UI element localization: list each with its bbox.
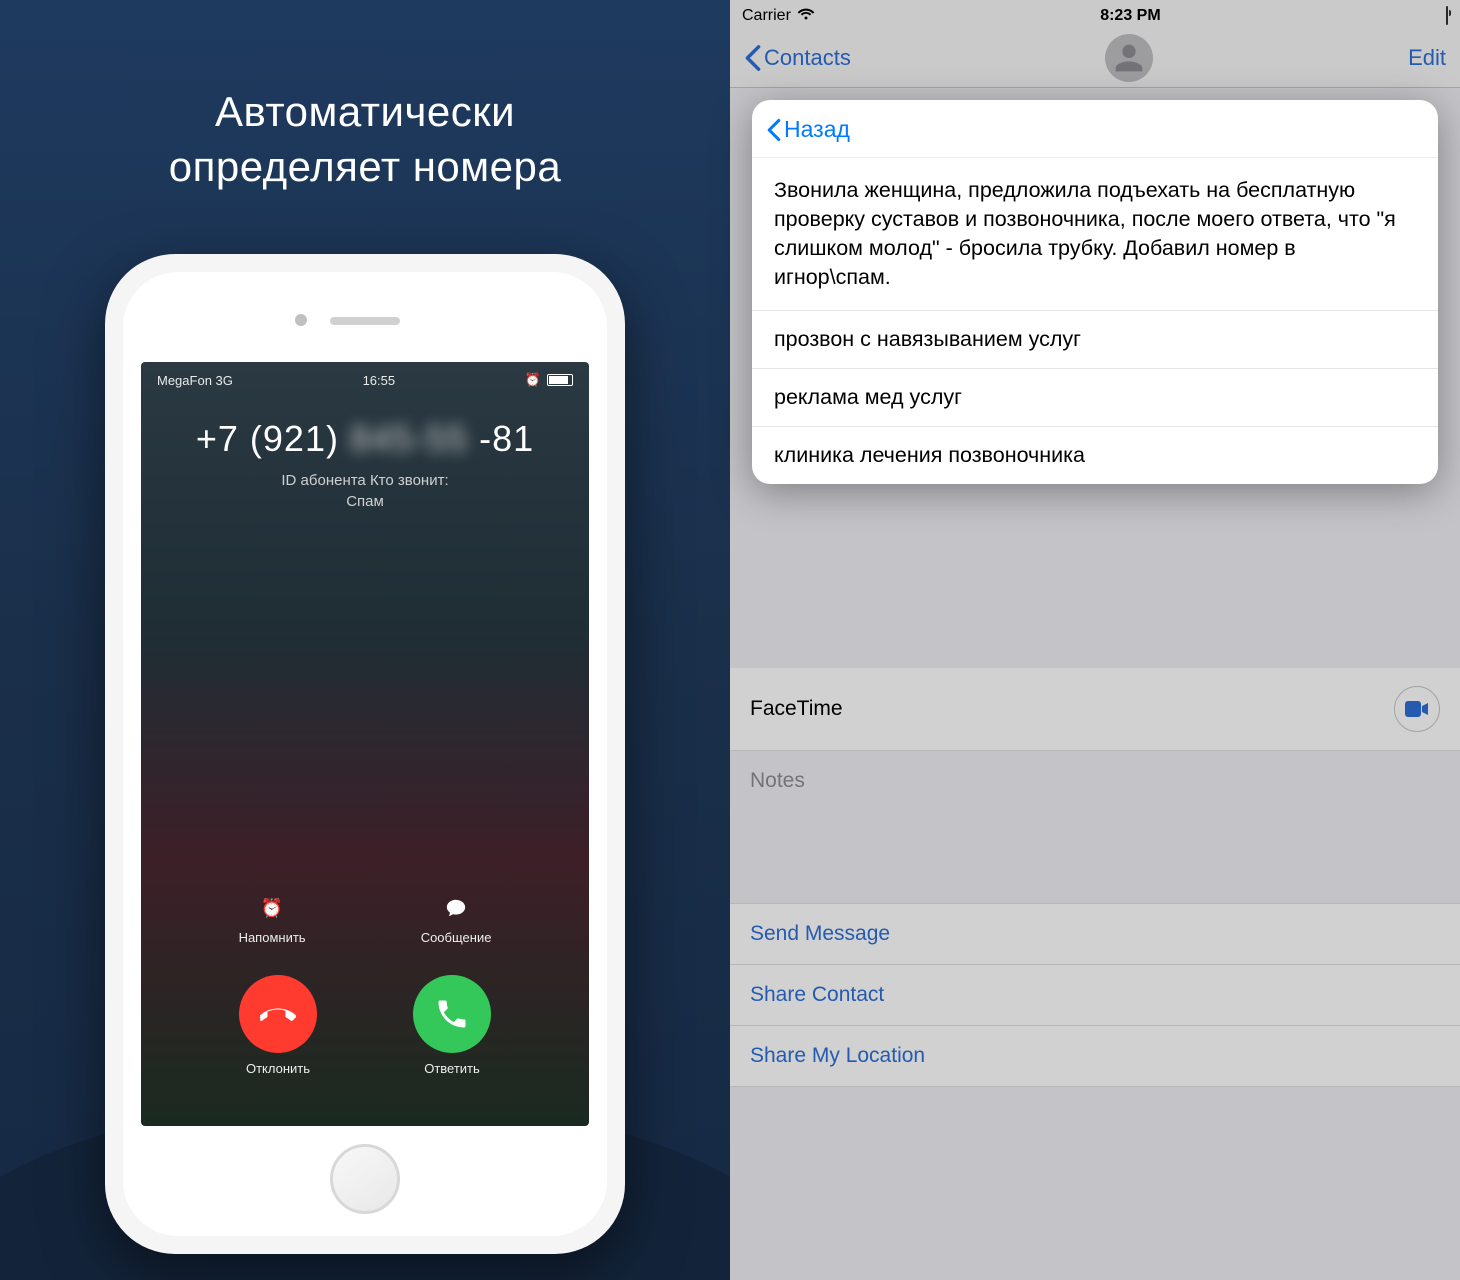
- send-message-row[interactable]: Send Message: [730, 903, 1460, 965]
- carrier-text: Carrier: [742, 7, 791, 25]
- popup-back-label: Назад: [784, 116, 850, 143]
- send-message-label: Send Message: [750, 922, 890, 946]
- front-camera: [295, 314, 307, 326]
- iphone-device-frame: MegaFon 3G 16:55 ⏰ +7 (921) 845-55 -81 I…: [105, 254, 625, 1254]
- decline-label: Отклонить: [246, 1061, 310, 1076]
- facetime-row[interactable]: FaceTime: [730, 668, 1460, 751]
- number-blurred: 845-55: [350, 418, 468, 459]
- notes-row[interactable]: Notes: [730, 751, 1460, 853]
- message-label: Сообщение: [421, 930, 492, 945]
- wifi-icon: [797, 7, 815, 26]
- primary-call-actions: Отклонить Ответить: [141, 945, 589, 1126]
- share-contact-label: Share Contact: [750, 983, 884, 1007]
- navigation-bar: Contacts Edit: [730, 28, 1460, 88]
- popup-back-button[interactable]: Назад: [752, 100, 1438, 158]
- phone-icon: [434, 996, 470, 1032]
- caller-id-line2: Спам: [141, 491, 589, 512]
- appstore-screenshot-left: Автоматически определяет номера MegaFon …: [0, 0, 730, 1280]
- share-contact-row[interactable]: Share Contact: [730, 965, 1460, 1026]
- number-suffix: -81: [479, 418, 534, 459]
- popup-tag-2[interactable]: клиника лечения позвоночника: [752, 426, 1438, 484]
- number-prefix: +7 (921): [196, 418, 339, 459]
- carrier-label: MegaFon 3G: [157, 373, 233, 388]
- answer-action[interactable]: Ответить: [413, 975, 491, 1076]
- alarm-icon: ⏰: [525, 372, 541, 388]
- status-right: ⏰: [525, 372, 573, 388]
- popup-tag-1[interactable]: реклама мед услуг: [752, 368, 1438, 426]
- marketing-headline: Автоматически определяет номера: [169, 85, 562, 194]
- message-action[interactable]: Сообщение: [421, 894, 492, 945]
- status-left: Carrier: [742, 7, 815, 26]
- contact-avatar: [1105, 34, 1153, 82]
- incoming-call-screen: MegaFon 3G 16:55 ⏰ +7 (921) 845-55 -81 I…: [141, 362, 589, 1126]
- decline-button[interactable]: [239, 975, 317, 1053]
- speaker-grille: [330, 317, 400, 325]
- remind-label: Напомнить: [239, 930, 306, 945]
- headline-line2: определяет номера: [169, 140, 562, 195]
- status-time: 16:55: [363, 373, 396, 388]
- phone-down-icon: [260, 996, 296, 1032]
- notes-label: Notes: [750, 769, 805, 793]
- chevron-left-icon: [744, 44, 762, 72]
- ios-contact-screen: Carrier 8:23 PM Contacts Edit FaceTime: [730, 0, 1460, 1280]
- ios-status-bar: Carrier 8:23 PM: [730, 0, 1460, 28]
- secondary-call-actions: ⏰ Напомнить Сообщение: [141, 894, 589, 945]
- battery-icon: [1446, 6, 1448, 25]
- status-time: 8:23 PM: [1100, 7, 1160, 25]
- back-to-contacts[interactable]: Contacts: [744, 44, 851, 72]
- incoming-phone-number: +7 (921) 845-55 -81: [141, 418, 589, 460]
- remind-me-action[interactable]: ⏰ Напомнить: [239, 894, 306, 945]
- call-status-bar: MegaFon 3G 16:55 ⏰: [141, 362, 589, 388]
- spacer: [730, 853, 1460, 903]
- edit-button[interactable]: Edit: [1408, 45, 1446, 71]
- share-location-row[interactable]: Share My Location: [730, 1026, 1460, 1087]
- back-label: Contacts: [764, 45, 851, 71]
- chevron-left-icon: [766, 118, 782, 142]
- facetime-video-icon[interactable]: [1394, 686, 1440, 732]
- popup-tag-0[interactable]: прозвон с навязыванием услуг: [752, 310, 1438, 368]
- popup-review-text: Звонила женщина, предложила подъехать на…: [752, 158, 1438, 310]
- message-bubble-icon: [442, 894, 470, 922]
- alarm-clock-icon: ⏰: [258, 894, 286, 922]
- device-inner: MegaFon 3G 16:55 ⏰ +7 (921) 845-55 -81 I…: [123, 272, 607, 1236]
- decline-action[interactable]: Отклонить: [239, 975, 317, 1076]
- caller-id-line1: ID абонента Кто звонит:: [141, 470, 589, 491]
- answer-button[interactable]: [413, 975, 491, 1053]
- status-right: [1446, 7, 1448, 25]
- caller-id-label: ID абонента Кто звонит: Спам: [141, 470, 589, 512]
- share-location-label: Share My Location: [750, 1044, 925, 1068]
- answer-label: Ответить: [424, 1061, 480, 1076]
- home-button[interactable]: [330, 1144, 400, 1214]
- caller-info-popup: Назад Звонила женщина, предложила подъех…: [752, 100, 1438, 484]
- headline-line1: Автоматически: [169, 85, 562, 140]
- facetime-label: FaceTime: [750, 697, 843, 721]
- person-silhouette-icon: [1109, 38, 1149, 78]
- battery-icon: [547, 374, 573, 386]
